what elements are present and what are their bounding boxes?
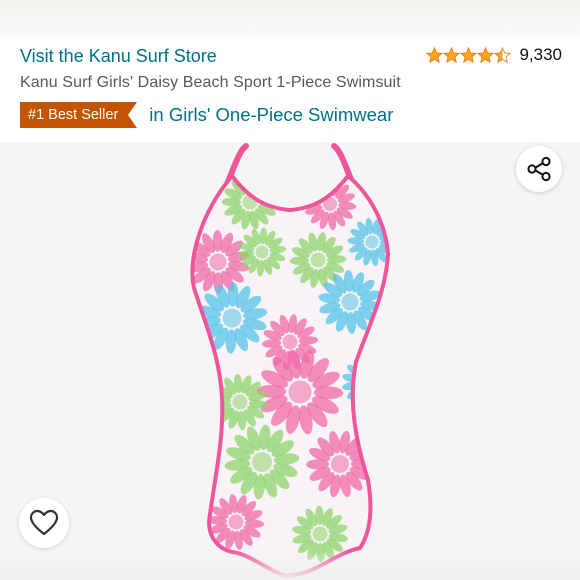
star-icon (443, 46, 461, 63)
star-icon (460, 46, 478, 63)
bottom-background (0, 550, 580, 580)
best-seller-badge[interactable]: #1 Best Seller (20, 102, 129, 128)
share-icon (527, 156, 551, 182)
star-icon (477, 46, 495, 63)
product-header: Visit the Kanu Surf Store 9,330 Kanu Sur… (0, 38, 580, 142)
share-button[interactable] (516, 146, 562, 192)
rating-count: 9,330 (519, 45, 562, 64)
product-image-area[interactable] (0, 142, 580, 580)
category-link[interactable]: in Girls' One-Piece Swimwear (149, 104, 393, 126)
top-background (0, 0, 580, 38)
store-link[interactable]: Visit the Kanu Surf Store (20, 46, 217, 67)
product-title: Kanu Surf Girls' Daisy Beach Sport 1-Pie… (20, 74, 401, 91)
heart-outline-icon (29, 509, 59, 536)
star-icon (426, 46, 444, 63)
star-rating (426, 46, 512, 64)
star-icon (494, 46, 512, 63)
swimsuit-image (190, 143, 391, 579)
badge-tail (128, 102, 138, 128)
favorite-button[interactable] (19, 498, 69, 548)
best-seller-row: #1 Best Seller in Girls' One-Piece Swimw… (20, 102, 393, 128)
rating-summary[interactable]: 9,330 (426, 45, 562, 65)
